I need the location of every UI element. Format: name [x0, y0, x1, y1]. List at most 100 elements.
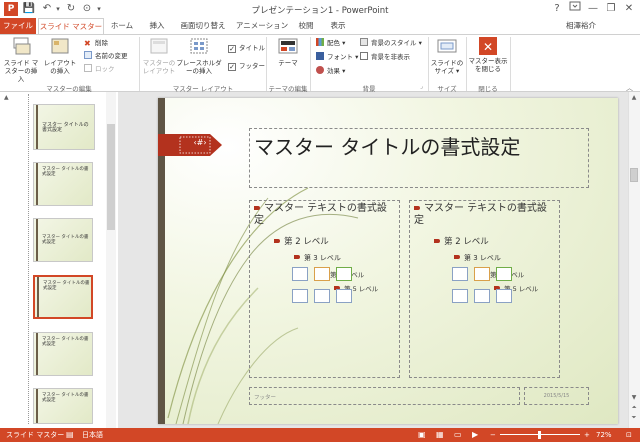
- master-layout-button[interactable]: マスターのレイアウト: [142, 37, 176, 75]
- tab-animations[interactable]: アニメーション: [234, 18, 290, 34]
- content-placeholder-left[interactable]: マスター テキストの書式設定 第 2 レベル 第 3 レベル 第 4 レベル 第…: [249, 200, 400, 378]
- zoom-in-button[interactable]: +: [584, 428, 590, 442]
- footer-checkbox[interactable]: ✓ フッター: [228, 61, 265, 72]
- slideshow-icon[interactable]: ▶: [472, 428, 478, 442]
- status-view-name: スライド マスター: [6, 431, 65, 439]
- reading-view-icon[interactable]: ▭: [454, 428, 462, 442]
- insert-picture-icon[interactable]: [292, 289, 308, 303]
- insert-table-icon[interactable]: [292, 267, 308, 281]
- thumbnail-bar: [36, 333, 38, 375]
- next-slide-icon[interactable]: ⏷: [628, 414, 640, 422]
- bullet-level-1: マスター テキストの書式設定: [414, 203, 547, 226]
- tab-transitions[interactable]: 画面切り替え: [176, 18, 230, 34]
- thumbnail-slide-master[interactable]: マスター タイトルの書式設定: [33, 104, 95, 150]
- rename-button[interactable]: 名前の変更: [84, 51, 128, 62]
- tab-slide-master[interactable]: スライド マスター: [38, 18, 104, 34]
- master-connector-line: [28, 94, 29, 424]
- themes-button[interactable]: テーマ: [272, 37, 304, 67]
- tab-insert[interactable]: 挿入: [140, 18, 174, 34]
- thumbnail-title: マスター タイトルの書式設定: [42, 122, 89, 133]
- insert-table-icon[interactable]: [452, 267, 468, 281]
- bullet-level-3: 第 3 レベル: [454, 253, 501, 263]
- insert-online-picture-icon[interactable]: [314, 289, 330, 303]
- ribbon-display-options-icon[interactable]: [566, 1, 584, 16]
- fonts-icon: [316, 52, 324, 60]
- normal-view-icon[interactable]: ▣: [418, 428, 426, 442]
- checkbox-checked-icon: ✓: [228, 45, 236, 53]
- group-label-edit-theme: テーマの編集: [268, 85, 308, 93]
- bullet-marker-icon: [454, 255, 460, 259]
- delete-button[interactable]: ✖ 削除: [84, 38, 108, 49]
- dialog-launcher-icon[interactable]: ⌟: [420, 83, 423, 90]
- insert-video-icon[interactable]: [336, 289, 352, 303]
- footer-placeholder[interactable]: フッター: [249, 387, 520, 405]
- lock-icon: [84, 64, 92, 72]
- zoom-slider-thumb[interactable]: [538, 431, 541, 439]
- bullet-marker-icon: [414, 206, 420, 210]
- insert-picture-icon[interactable]: [452, 289, 468, 303]
- thumbnail-layout-selected[interactable]: マスター タイトルの書式設定: [33, 275, 93, 319]
- zoom-level[interactable]: 72%: [596, 428, 612, 442]
- title-placeholder[interactable]: マスター タイトルの書式設定: [249, 128, 589, 188]
- insert-chart-icon[interactable]: [474, 267, 490, 281]
- group-label-edit-master: マスターの編集: [46, 85, 92, 93]
- slide-size-button[interactable]: スライドのサイズ ▾: [430, 37, 464, 75]
- bullet-level-2: 第 2 レベル: [434, 235, 489, 247]
- panel-scrollbar-thumb[interactable]: [107, 124, 115, 230]
- thumbnail-title: マスター タイトルの書式設定: [43, 281, 90, 291]
- slide-canvas[interactable]: ‹#› マスター タイトルの書式設定 マスター テキストの書式設定 第 2 レベ…: [158, 98, 618, 424]
- insert-smartart-icon[interactable]: [496, 267, 512, 281]
- insert-online-picture-icon[interactable]: [474, 289, 490, 303]
- close-button[interactable]: ✕: [620, 1, 638, 16]
- close-master-view-button[interactable]: ✕ マスター表示を閉じる: [468, 37, 508, 73]
- insert-layout-button[interactable]: レイアウトの挿入: [42, 37, 78, 75]
- slide-master-icon: [10, 37, 32, 57]
- insert-chart-icon[interactable]: [314, 267, 330, 281]
- insert-video-icon[interactable]: [496, 289, 512, 303]
- hide-background-checkbox[interactable]: 背景を非表示: [360, 52, 410, 63]
- group-label-master-layout: マスター レイアウト: [172, 85, 234, 93]
- tab-home[interactable]: ホーム: [106, 18, 138, 34]
- insert-smartart-icon[interactable]: [336, 267, 352, 281]
- fonts-button[interactable]: フォント ▾: [316, 52, 358, 63]
- slide-title: マスター タイトルの書式設定: [254, 135, 521, 159]
- background-styles-button[interactable]: 背景のスタイル ▾: [360, 38, 422, 49]
- thumbnail-title: マスター タイトルの書式設定: [42, 167, 89, 177]
- status-language[interactable]: 日本語: [82, 428, 103, 442]
- minimize-button[interactable]: —: [584, 1, 602, 16]
- slide-sorter-icon[interactable]: ▦: [436, 428, 444, 442]
- insert-slide-master-button[interactable]: スライド マスターの挿入: [2, 37, 40, 83]
- tab-review[interactable]: 校閲: [292, 18, 320, 34]
- thumbnail-layout[interactable]: マスター タイトルの書式設定: [33, 332, 93, 376]
- background-styles-icon: [360, 38, 368, 46]
- vertical-scrollbar[interactable]: [628, 92, 640, 428]
- thumbnail-bar: [36, 389, 38, 423]
- user-account[interactable]: 相澤裕介: [566, 18, 616, 34]
- date-placeholder[interactable]: 2015/5/15: [524, 387, 589, 405]
- vertical-scrollbar-thumb[interactable]: [630, 168, 638, 182]
- bullet-level-3: 第 3 レベル: [294, 253, 341, 263]
- thumbnail-layout[interactable]: マスター タイトルの書式設定: [33, 218, 93, 262]
- content-placeholder-right[interactable]: マスター テキストの書式設定 第 2 レベル 第 3 レベル 第 4 レベル 第…: [409, 200, 560, 378]
- footer-text: フッター: [254, 395, 277, 401]
- restore-button[interactable]: ❐: [602, 1, 620, 16]
- thumbnail-layout[interactable]: マスター タイトルの書式設定: [33, 162, 93, 206]
- date-text: 2015/5/15: [543, 393, 570, 399]
- preserve-button[interactable]: ロック: [84, 64, 115, 75]
- tab-file[interactable]: ファイル: [0, 18, 36, 34]
- previous-slide-icon[interactable]: ⏶: [628, 404, 640, 412]
- tab-view[interactable]: 表示: [324, 18, 352, 34]
- help-icon[interactable]: ?: [548, 1, 566, 16]
- effects-button[interactable]: 効果 ▾: [316, 66, 345, 77]
- scroll-up-icon[interactable]: ▲: [4, 94, 9, 101]
- zoom-out-button[interactable]: −: [490, 428, 496, 442]
- title-checkbox[interactable]: ✓ タイトル: [228, 43, 265, 54]
- fit-to-window-icon[interactable]: ⊡: [626, 428, 632, 442]
- colors-button[interactable]: 配色 ▾: [316, 38, 345, 49]
- spell-check-icon[interactable]: ▤: [66, 428, 74, 442]
- thumbnail-layout[interactable]: マスター タイトルの書式設定: [33, 388, 93, 424]
- scroll-up-icon[interactable]: ▲: [628, 94, 640, 101]
- slide-number-placeholder[interactable]: ‹#›: [188, 138, 212, 147]
- scroll-down-icon[interactable]: ▼: [628, 394, 640, 401]
- insert-placeholder-button[interactable]: プレースホルダーの挿入: [176, 37, 222, 75]
